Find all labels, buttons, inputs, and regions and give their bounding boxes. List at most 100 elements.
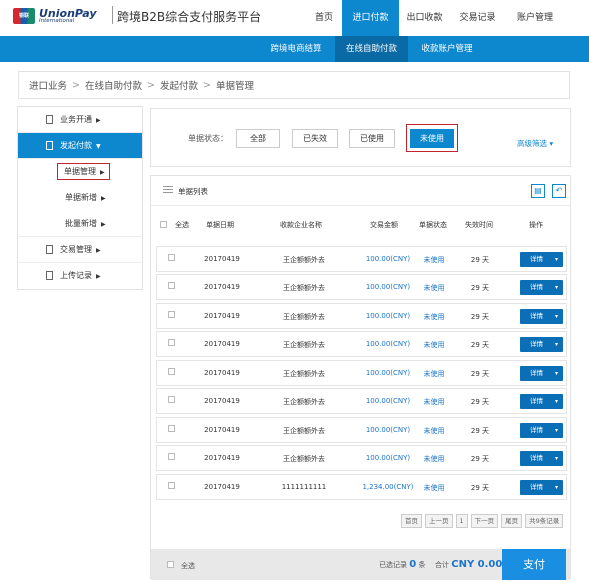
breadcrumb-initiate[interactable]: 发起付款 <box>160 78 198 92</box>
row-expire: 29 天 <box>470 427 490 435</box>
document-icon <box>46 115 53 124</box>
row-status: 未使用 <box>423 455 445 463</box>
row-checkbox[interactable] <box>168 282 175 289</box>
pager-next[interactable]: 下一页 <box>470 514 499 528</box>
subnav-online-payment[interactable]: 在线自助付款 <box>335 36 408 62</box>
sidebar-item-label: 上传记录 <box>60 271 92 280</box>
table-row: 20170419 王企额额外去 100.00(CNY) 未使用 29 天 详情 ▾ <box>156 303 567 329</box>
footer-select-all-checkbox[interactable] <box>167 561 174 568</box>
select-all-checkbox[interactable] <box>160 221 167 228</box>
row-date: 20170419 <box>204 397 240 405</box>
topnav-export-receipt[interactable]: 出口收款 <box>399 0 450 36</box>
filter-all-button[interactable]: 全部 <box>236 129 280 148</box>
sidebar-item-upload-records[interactable]: 上传记录 ▶ <box>18 263 142 289</box>
sidebar-subitem-batch-add[interactable]: 批量新增 ▶ <box>18 211 142 237</box>
detail-button[interactable]: 详情 ▾ <box>520 366 563 381</box>
chevron-down-icon: ▾ <box>554 284 558 291</box>
export-icon[interactable]: ▤ <box>531 184 545 198</box>
row-amount: 100.00(CNY) <box>365 312 411 320</box>
sidebar: 业务开通 ▶ 发起付款 ▼ 单据管理 ▶ 单据新增 ▶ 批量新增 ▶ 交易管理 ▶ 上传记录… <box>17 106 143 290</box>
selected-count-unit: 条 <box>418 561 426 569</box>
row-expire: 29 天 <box>470 313 490 321</box>
row-amount: 100.00(CNY) <box>365 369 411 377</box>
detail-button-label: 详情 <box>530 426 543 434</box>
topnav-account[interactable]: 账户管理 <box>505 0 565 36</box>
topnav-import-payment[interactable]: 进口付款 <box>342 0 399 36</box>
chevron-down-icon: ▾ <box>554 484 558 491</box>
row-payee: 1111111111 <box>281 483 327 491</box>
sidebar-item-transaction-manage[interactable]: 交易管理 ▶ <box>18 237 142 263</box>
col-date: 单据日期 <box>206 221 234 229</box>
detail-button-label: 详情 <box>530 397 543 405</box>
selected-count-value: 0 <box>409 559 417 570</box>
topnav-transactions[interactable]: 交易记录 <box>450 0 505 36</box>
sidebar-item-label: 发起付款 <box>60 141 92 150</box>
table-row: 20170419 王企额额外去 100.00(CNY) 未使用 29 天 详情 ▾ <box>156 331 567 357</box>
row-date: 20170419 <box>204 340 240 348</box>
row-checkbox[interactable] <box>168 368 175 375</box>
filter-panel: 单据状态： 全部 已失效 已使用 未使用 高级筛选 ▾ <box>150 108 571 167</box>
chevron-down-icon: ▾ <box>554 341 558 348</box>
detail-button-label: 详情 <box>530 454 543 462</box>
pager-first[interactable]: 首页 <box>401 514 422 528</box>
caret-right-icon: ▶ <box>96 247 101 254</box>
caret-right-icon: ▶ <box>101 195 106 202</box>
detail-button-label: 详情 <box>530 283 543 291</box>
logo-badge-icon: 银联 <box>13 8 35 24</box>
back-icon[interactable]: ↶ <box>552 184 566 198</box>
row-checkbox[interactable] <box>168 339 175 346</box>
row-checkbox[interactable] <box>168 254 175 261</box>
detail-button[interactable]: 详情 ▾ <box>520 423 563 438</box>
sidebar-item-business-open[interactable]: 业务开通 ▶ <box>18 107 142 133</box>
sub-nav: 跨境电商结算 在线自助付款 收款账户管理 <box>0 36 589 62</box>
breadcrumb-online-payment[interactable]: 在线自助付款 <box>85 78 142 92</box>
row-checkbox[interactable] <box>168 425 175 432</box>
detail-button[interactable]: 详情 ▾ <box>520 480 563 495</box>
table-header: 全选 单据日期 收款企业名称 交易金额 单据状态 失效时间 操作 <box>151 219 570 235</box>
row-checkbox[interactable] <box>168 453 175 460</box>
breadcrumb-import[interactable]: 进口业务 <box>29 78 67 92</box>
pager-prev[interactable]: 上一页 <box>425 514 453 528</box>
col-expire: 失效时间 <box>465 221 493 229</box>
row-status: 未使用 <box>423 284 445 292</box>
row-amount: 1,234.00(CNY) <box>362 483 414 491</box>
top-header: 银联 UnionPay International 跨境B2B综合支付服务平台 … <box>0 0 589 36</box>
pager-last[interactable]: 尾页 <box>501 514 523 528</box>
advanced-filter-link[interactable]: 高级筛选 ▾ <box>517 138 553 149</box>
col-status: 单据状态 <box>419 221 447 229</box>
detail-button[interactable]: 详情 ▾ <box>520 309 563 324</box>
sidebar-item-label: 交易管理 <box>60 245 92 254</box>
row-status: 未使用 <box>423 256 445 264</box>
sidebar-subitem-document-manage[interactable]: 单据管理 ▶ <box>18 159 142 185</box>
document-list-panel: 单据列表 ▤ ↶ 全选 单据日期 收款企业名称 交易金额 单据状态 失效时间 操… <box>150 175 571 580</box>
col-payee: 收款企业名称 <box>280 221 322 229</box>
chevron-down-icon: ▾ <box>554 455 558 462</box>
detail-button[interactable]: 详情 ▾ <box>520 394 563 409</box>
row-checkbox[interactable] <box>168 482 175 489</box>
filter-used-button[interactable]: 已使用 <box>349 129 395 148</box>
row-amount: 100.00(CNY) <box>365 340 411 348</box>
row-checkbox[interactable] <box>168 396 175 403</box>
pager-page-1[interactable]: 1 <box>455 514 468 528</box>
detail-button[interactable]: 详情 ▾ <box>520 280 563 295</box>
filter-unused-button[interactable]: 未使用 <box>410 129 454 148</box>
row-payee: 王企额额外去 <box>283 313 325 321</box>
pay-button[interactable]: 支付 <box>502 549 566 580</box>
subnav-ecommerce-settlement[interactable]: 跨境电商结算 <box>262 36 330 62</box>
unionpay-logo[interactable]: 银联 UnionPay International <box>13 6 111 26</box>
row-checkbox[interactable] <box>168 311 175 318</box>
detail-button[interactable]: 详情 ▾ <box>520 252 563 267</box>
filter-expired-button[interactable]: 已失效 <box>292 129 338 148</box>
row-payee: 王企额额外去 <box>283 284 325 292</box>
detail-button[interactable]: 详情 ▾ <box>520 451 563 466</box>
table-row: 20170419 王企额额外去 100.00(CNY) 未使用 29 天 详情 ▾ <box>156 417 567 443</box>
payment-footer: 全选 已选记录 0 条 合计 CNY 0.00 支付 <box>151 549 570 580</box>
sidebar-subitem-document-add[interactable]: 单据新增 ▶ <box>18 185 142 211</box>
sidebar-item-initiate-payment[interactable]: 发起付款 ▼ <box>18 133 142 159</box>
detail-button-label: 详情 <box>530 255 543 263</box>
detail-button[interactable]: 详情 ▾ <box>520 337 563 352</box>
sidebar-item-label: 业务开通 <box>60 115 92 124</box>
row-expire: 29 天 <box>470 398 490 406</box>
subnav-payee-accounts[interactable]: 收款账户管理 <box>412 36 482 62</box>
topnav-home[interactable]: 首页 <box>306 0 342 36</box>
